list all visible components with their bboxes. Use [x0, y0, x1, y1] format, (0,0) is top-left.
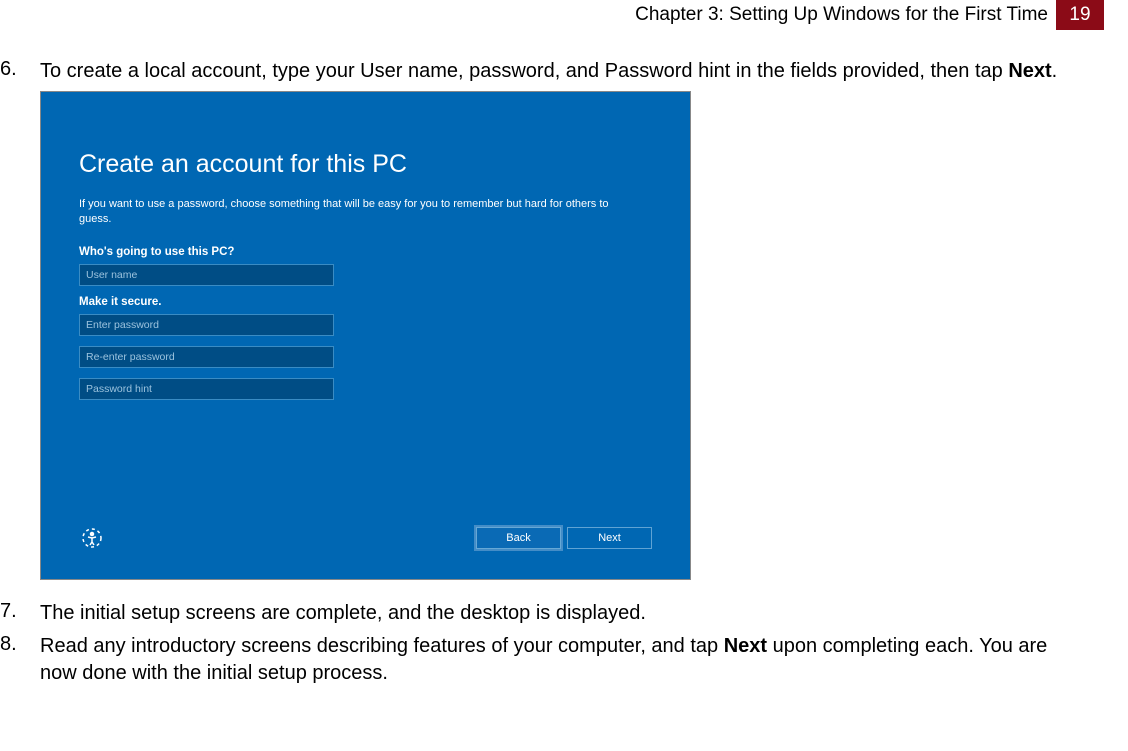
step-text: The initial setup screens are complete, … [40, 600, 646, 627]
step-8: 8. Read any introductory screens describ… [0, 633, 1068, 687]
step-number: 8. [0, 633, 40, 687]
step-number: 6. [0, 58, 40, 85]
label-secure: Make it secure. [79, 296, 652, 308]
page-number: 19 [1056, 0, 1104, 30]
screenshot-description: If you want to use a password, choose so… [79, 197, 619, 228]
label-who: Who's going to use this PC? [79, 246, 652, 258]
screenshot-create-account: Create an account for this PC If you wan… [40, 91, 691, 580]
chapter-heading: Chapter 3: Setting Up Windows for the Fi… [635, 4, 1048, 26]
back-button[interactable]: Back [476, 527, 561, 549]
step-number: 7. [0, 600, 40, 627]
username-field[interactable]: User name [79, 264, 334, 286]
password-hint-field[interactable]: Password hint [79, 378, 334, 400]
accessibility-icon[interactable] [79, 525, 105, 551]
step-bold: Next [724, 635, 767, 657]
step-text: Read any introductory screens describing… [40, 633, 1068, 687]
screenshot-title: Create an account for this PC [79, 150, 652, 179]
password-field[interactable]: Enter password [79, 314, 334, 336]
reenter-password-field[interactable]: Re-enter password [79, 346, 334, 368]
next-button[interactable]: Next [567, 527, 652, 549]
step-text-b: . [1052, 60, 1058, 82]
step-text-a: Read any introductory screens describing… [40, 635, 724, 657]
step-bold: Next [1008, 60, 1051, 82]
step-7: 7. The initial setup screens are complet… [0, 600, 1068, 627]
step-text-a: To create a local account, type your Use… [40, 60, 1008, 82]
step-6: 6. To create a local account, type your … [0, 58, 1068, 85]
step-text: To create a local account, type your Use… [40, 58, 1057, 85]
